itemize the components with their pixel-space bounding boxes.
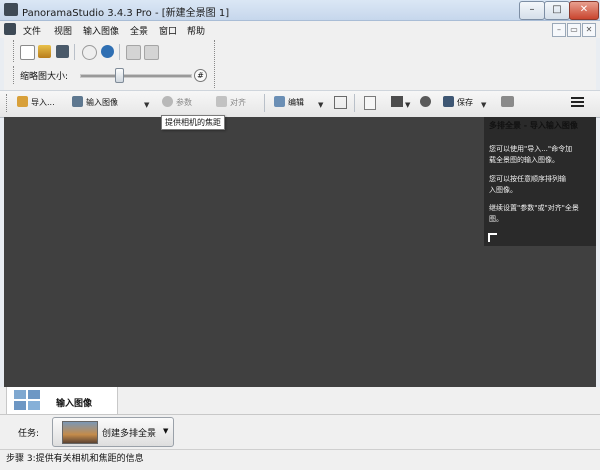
help-title: 多排全景 - 导入输入图像 — [489, 121, 578, 130]
toolbar-separator — [119, 44, 120, 60]
mdi-minimize-button[interactable]: – — [552, 23, 566, 37]
menu-icon[interactable] — [571, 97, 584, 108]
printer-icon[interactable] — [501, 96, 514, 107]
grid-size-button[interactable]: # — [194, 69, 207, 82]
input-images-button[interactable]: 输入图像 — [72, 96, 118, 110]
menu-panorama[interactable]: 全景 — [130, 24, 148, 37]
chevron-down-icon[interactable]: ▼ — [318, 101, 323, 109]
import-icon — [17, 96, 28, 107]
app-icon — [4, 3, 18, 16]
export-icon[interactable] — [364, 96, 376, 110]
print-layout-icon[interactable] — [391, 96, 403, 107]
chevron-down-icon[interactable]: ▼ — [144, 101, 149, 109]
chevron-down-icon[interactable]: ▼ — [481, 101, 486, 109]
menu-input-images[interactable]: 输入图像 — [83, 24, 119, 37]
edit-label: 编辑 — [288, 98, 304, 107]
divider — [0, 414, 600, 415]
menu-view[interactable]: 视图 — [54, 24, 72, 37]
mdi-restore-button[interactable]: ▭ — [567, 23, 581, 37]
toolbar-separator — [74, 44, 75, 60]
slider-thumb[interactable] — [114, 68, 124, 83]
panorama-thumbnail-icon — [62, 421, 98, 444]
grip-icon — [13, 66, 16, 84]
help-line: 您可以按任意顺序排列输 — [489, 175, 566, 183]
align-label: 对齐 — [230, 98, 246, 107]
help-line: 您可以使用"导入..."命令加 — [489, 145, 573, 153]
import-button[interactable]: 导入... — [17, 96, 55, 110]
help-line: 继续设置"参数"或"对齐"全景 — [489, 204, 579, 212]
grip-icon — [13, 40, 16, 62]
crop-icon[interactable] — [334, 96, 347, 109]
help-line: 图。 — [489, 215, 503, 223]
images-icon — [72, 96, 83, 107]
chevron-down-icon: ▼ — [163, 427, 169, 435]
params-label: 参数 — [176, 98, 192, 107]
help-icon[interactable] — [101, 45, 114, 58]
new-file-icon[interactable] — [20, 45, 35, 60]
toolbar-separator — [354, 94, 355, 112]
params-button[interactable]: 参数 — [162, 96, 192, 110]
collapse-corner-icon[interactable] — [488, 233, 497, 242]
edit-icon — [274, 96, 285, 107]
import-label: 导入... — [31, 98, 55, 107]
task-value: 创建多排全景 — [102, 429, 157, 439]
save-disk-icon[interactable] — [56, 45, 69, 58]
input-images-label: 输入图像 — [86, 98, 118, 107]
camera-icon — [162, 96, 173, 107]
save-icon — [443, 96, 454, 107]
close-button[interactable]: ✕ — [569, 1, 599, 20]
help-line: 入图像。 — [489, 186, 517, 194]
document-icon[interactable] — [4, 23, 16, 35]
thumbnail-size-slider[interactable] — [80, 74, 192, 78]
edit-button[interactable]: 编辑 — [274, 96, 304, 110]
tooltip: 提供相机的焦距 — [161, 115, 225, 130]
grip-icon — [6, 94, 9, 112]
status-text: 步骤 3:提供有关相机和焦距的信息 — [6, 454, 144, 464]
redo-icon[interactable] — [144, 45, 159, 60]
menu-window[interactable]: 窗口 — [159, 24, 177, 37]
mdi-close-button[interactable]: ✕ — [582, 23, 596, 37]
refresh-icon[interactable] — [420, 96, 431, 107]
toolbar-separator — [264, 94, 265, 112]
tab-input-images-label: 输入图像 — [56, 399, 93, 409]
menu-help[interactable]: 帮助 — [187, 24, 205, 37]
thumbnail-size-label: 缩略图大小: — [20, 72, 69, 82]
panel-divider — [214, 40, 217, 88]
save-button[interactable]: 保存 — [443, 96, 473, 110]
task-label: 任务: — [18, 429, 40, 439]
chevron-down-icon[interactable]: ▼ — [405, 101, 410, 109]
window-title: PanoramaStudio 3.4.3 Pro - [新建全景图 1] — [22, 8, 230, 19]
align-button[interactable]: 对齐 — [216, 96, 246, 110]
minimize-button[interactable]: – — [519, 1, 545, 20]
maximize-button[interactable]: □ — [544, 1, 570, 20]
align-icon — [216, 96, 227, 107]
save-label: 保存 — [457, 98, 473, 107]
info-icon[interactable] — [82, 45, 97, 60]
undo-icon[interactable] — [126, 45, 141, 60]
help-line: 载全景图的输入图像。 — [489, 156, 559, 164]
open-folder-icon[interactable] — [38, 45, 51, 58]
image-grid-icon — [14, 390, 40, 410]
menu-file[interactable]: 文件 — [23, 24, 41, 37]
